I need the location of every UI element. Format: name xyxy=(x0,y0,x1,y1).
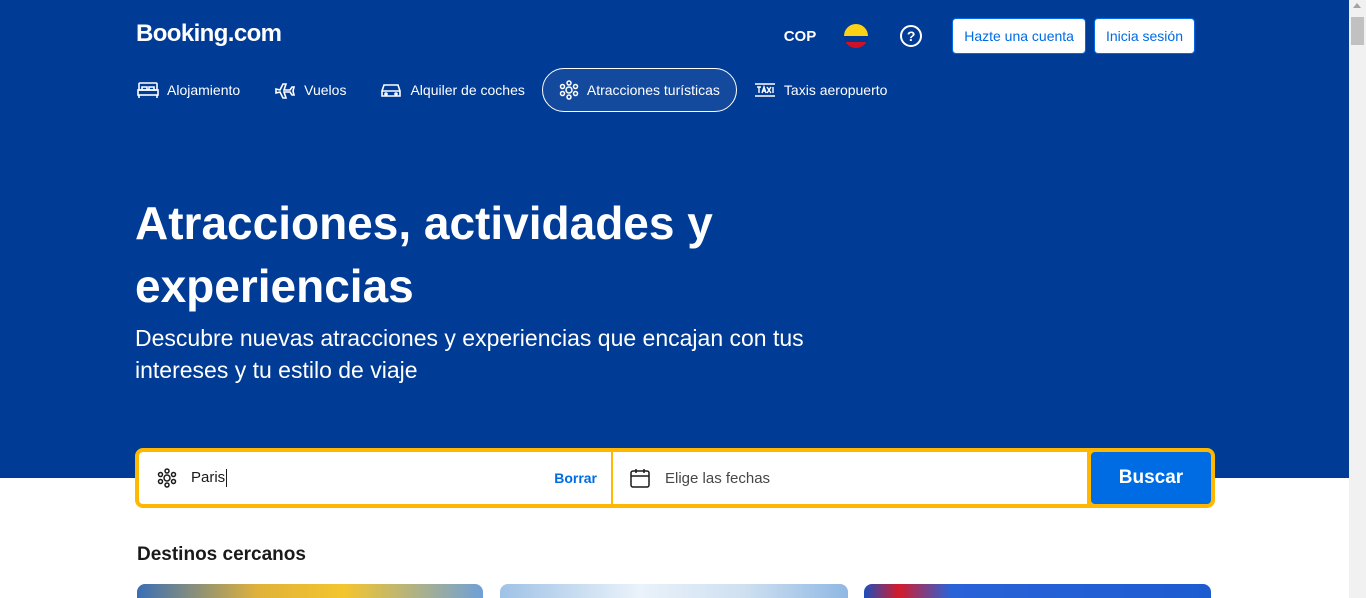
taxi-icon xyxy=(754,83,775,97)
text-cursor xyxy=(226,469,228,488)
destination-card[interactable] xyxy=(864,584,1211,598)
date-placeholder: Elige las fechas xyxy=(665,469,771,487)
clear-button[interactable]: Borrar xyxy=(554,470,597,486)
nav-label: Vuelos xyxy=(304,82,347,98)
product-nav: Alojamiento Vuelos Alquiler de coches At… xyxy=(136,68,904,112)
nav-item-alojamiento[interactable]: Alojamiento xyxy=(136,68,257,112)
calendar-icon xyxy=(630,469,650,488)
nav-item-taxis[interactable]: Taxis aeropuerto xyxy=(737,68,905,112)
page-subtitle: Descubre nuevas atracciones y experienci… xyxy=(135,325,804,383)
search-button[interactable]: Buscar xyxy=(1091,452,1211,504)
nav-label: Taxis aeropuerto xyxy=(783,82,888,98)
search-bar: Paris Borrar Elige las fechas Buscar xyxy=(135,448,1215,508)
page-title: Atracciones, actividades y experiencias xyxy=(135,197,713,312)
nav-label: Alojamiento xyxy=(167,82,241,98)
destination-card[interactable] xyxy=(137,584,483,598)
help-icon[interactable]: ? xyxy=(900,25,923,47)
attractions-icon xyxy=(559,80,579,100)
currency-selector[interactable]: COP xyxy=(784,28,817,45)
scrollbar-thumb[interactable] xyxy=(1351,17,1364,45)
scroll-up-icon[interactable] xyxy=(1353,3,1361,8)
colombia-flag-icon[interactable] xyxy=(844,24,869,48)
nav-item-vuelos[interactable]: Vuelos xyxy=(257,68,363,112)
nav-label: Alquiler de coches xyxy=(410,82,525,98)
attractions-icon xyxy=(157,468,177,488)
destination-card[interactable] xyxy=(500,584,848,598)
car-icon xyxy=(381,84,402,97)
login-button[interactable]: Inicia sesión xyxy=(1093,18,1195,54)
destination-field[interactable]: Paris Borrar xyxy=(139,452,611,504)
header-actions: COP ? Hazte una cuenta Inicia sesión xyxy=(784,18,1195,54)
bed-icon xyxy=(137,82,159,98)
section-title: Destinos cercanos xyxy=(137,544,306,565)
nav-item-alquiler-coches[interactable]: Alquiler de coches xyxy=(363,68,541,112)
destination-input[interactable]: Paris xyxy=(191,469,554,488)
date-field[interactable]: Elige las fechas xyxy=(613,452,1087,504)
hero-banner: Booking.com COP ? Hazte una cuenta Inici… xyxy=(0,0,1349,478)
nav-label: Atracciones turísticas xyxy=(586,82,720,98)
nav-item-atracciones[interactable]: Atracciones turísticas xyxy=(541,68,737,112)
booking-logo[interactable]: Booking.com xyxy=(136,20,282,48)
page-scrollbar[interactable] xyxy=(1349,0,1366,598)
plane-icon xyxy=(275,83,296,99)
register-button[interactable]: Hazte una cuenta xyxy=(952,18,1086,54)
